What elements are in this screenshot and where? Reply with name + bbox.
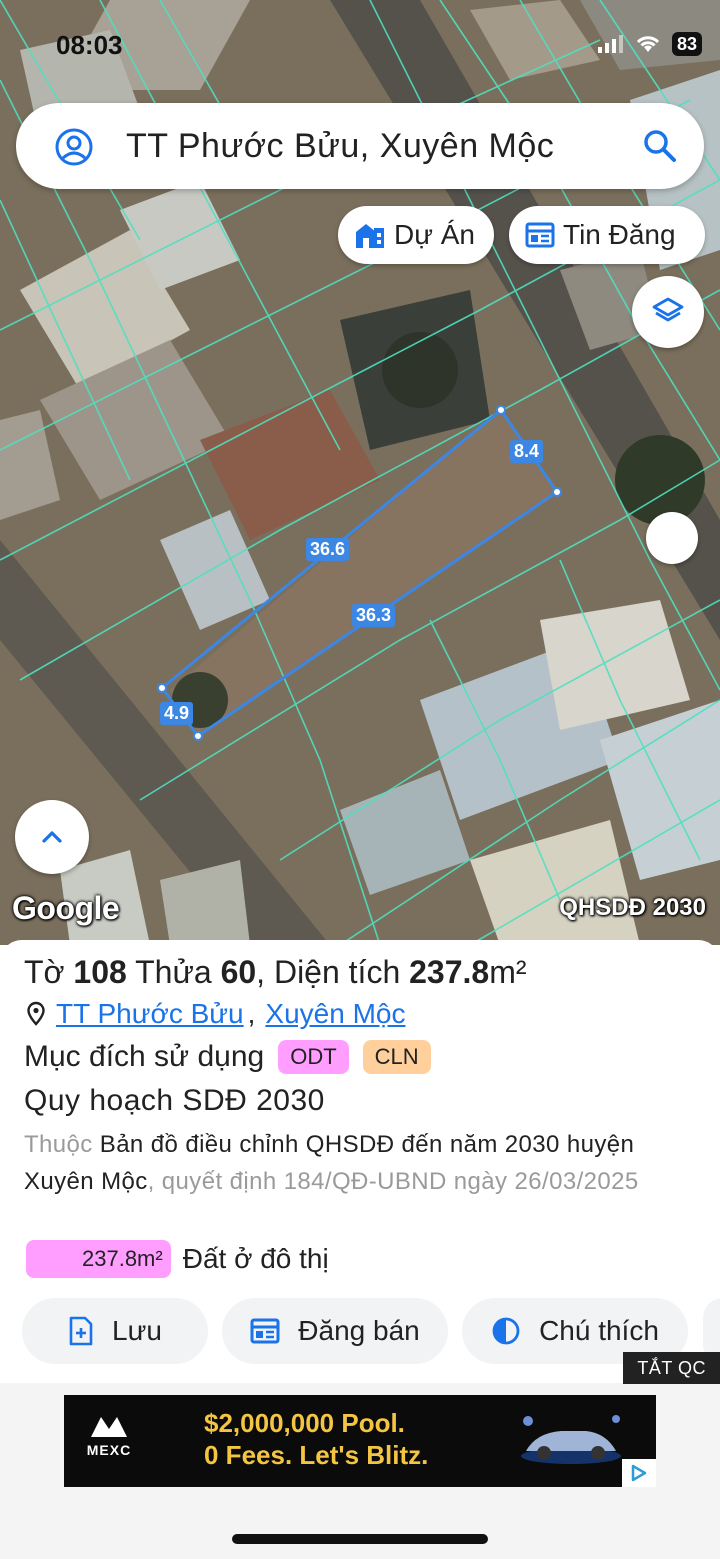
location-pin-icon xyxy=(27,1001,45,1026)
search-bar[interactable]: TT Phước Bửu, Xuyên Mộc xyxy=(16,103,704,189)
listings-chip-label: Tin Đăng xyxy=(563,219,676,250)
ad-line-1: $2,000,000 Pool. xyxy=(204,1408,405,1438)
land-use-row: Mục đích sử dụng ODT CLN xyxy=(24,1040,431,1074)
area-unit: m² xyxy=(489,954,527,990)
ad-brand-logo: MEXC xyxy=(86,1413,132,1458)
contrast-icon xyxy=(492,1317,520,1345)
legend-button-label: Chú thích xyxy=(539,1315,659,1346)
status-icons: 83 xyxy=(597,32,702,56)
google-logo: Google xyxy=(12,890,120,926)
save-button[interactable]: Lưu xyxy=(22,1298,208,1364)
expand-up-button[interactable] xyxy=(15,800,89,874)
plan-prefix: Thuộc xyxy=(24,1131,93,1158)
search-icon[interactable] xyxy=(642,128,678,164)
lot-label: Thửa xyxy=(135,954,212,990)
parcel-title: Tờ 108 Thửa 60, Diện tích 237.8m² xyxy=(24,954,527,990)
listing-icon xyxy=(250,1318,280,1344)
add-file-icon xyxy=(69,1316,93,1346)
wifi-icon xyxy=(636,36,660,52)
plan-decision: , quyết định 184/QĐ-UBND ngày 26/03/2025 xyxy=(147,1168,639,1195)
location-row: TT Phước Bửu, Xuyên Mộc xyxy=(26,998,405,1030)
search-input[interactable]: TT Phước Bửu, Xuyên Mộc xyxy=(126,127,554,166)
listings-chip[interactable]: Tin Đăng xyxy=(509,206,705,264)
projects-chip[interactable]: Dự Án xyxy=(338,206,494,264)
land-use-tag-odt[interactable]: ODT xyxy=(278,1040,349,1074)
post-for-sale-label: Đăng bán xyxy=(298,1315,420,1346)
parcel-info-panel: Tờ 108 Thửa 60, Diện tích 237.8m² TT Phư… xyxy=(0,940,720,1385)
lot-number: 60 xyxy=(220,954,257,990)
zone-row: 237.8m² Đất ở đô thị xyxy=(26,1240,329,1278)
user-account-icon[interactable] xyxy=(54,127,94,167)
ad-headline: $2,000,000 Pool. 0 Fees. Let's Blitz. xyxy=(204,1407,428,1471)
location-link-ward[interactable]: TT Phước Bửu xyxy=(56,998,244,1030)
measure-label-bottom: 4.9 xyxy=(160,702,194,725)
sheet-label: Tờ xyxy=(24,954,65,990)
layer-label: QHSDĐ 2030 xyxy=(559,894,706,921)
chevron-up-icon xyxy=(42,831,62,843)
zone-label: Đất ở đô thị xyxy=(182,1243,329,1274)
ad-brand: MEXC xyxy=(86,1442,132,1458)
area-value: 237.8 xyxy=(409,954,490,990)
area-label: Diện tích xyxy=(273,954,401,990)
close-ad-button[interactable]: TẮT QC xyxy=(623,1352,720,1384)
plan-description: Thuộc Bản đồ điều chỉnh QHSDĐ đến năm 20… xyxy=(24,1126,684,1200)
map-side-handle[interactable] xyxy=(646,512,698,564)
home-indicator[interactable] xyxy=(232,1534,488,1544)
ad-car-image xyxy=(521,1415,621,1464)
layers-icon xyxy=(652,297,684,322)
measure-label-long-bottom: 36.3 xyxy=(352,604,396,627)
status-time: 08:03 xyxy=(56,30,123,60)
battery-indicator: 83 xyxy=(671,32,702,56)
measure-label-top: 8.4 xyxy=(510,440,544,463)
listing-icon xyxy=(525,222,555,248)
ad-line-2: 0 Fees. Let's Blitz. xyxy=(204,1440,429,1470)
mexc-logo-icon xyxy=(86,1413,132,1442)
measure-label-long-top: 36.6 xyxy=(306,538,350,561)
layers-button[interactable] xyxy=(632,276,704,348)
signal-icon xyxy=(597,35,623,53)
plan-title: Quy hoạch SDĐ 2030 xyxy=(24,1084,325,1117)
projects-chip-label: Dự Án xyxy=(394,219,475,250)
save-button-label: Lưu xyxy=(112,1315,162,1346)
adchoices-icon[interactable] xyxy=(622,1459,656,1487)
status-bar: 08:03 83 xyxy=(0,0,720,90)
post-for-sale-button[interactable]: Đăng bán xyxy=(222,1298,448,1364)
ad-banner[interactable]: MEXC $2,000,000 Pool. 0 Fees. Let's Blit… xyxy=(64,1395,656,1487)
sheet-number: 108 xyxy=(73,954,127,990)
building-icon xyxy=(356,224,384,248)
zone-area-badge: 237.8m² xyxy=(26,1240,171,1278)
location-link-district[interactable]: Xuyên Mộc xyxy=(265,998,405,1030)
land-use-tag-cln[interactable]: CLN xyxy=(362,1040,431,1074)
land-use-label: Mục đích sử dụng xyxy=(24,1040,265,1073)
